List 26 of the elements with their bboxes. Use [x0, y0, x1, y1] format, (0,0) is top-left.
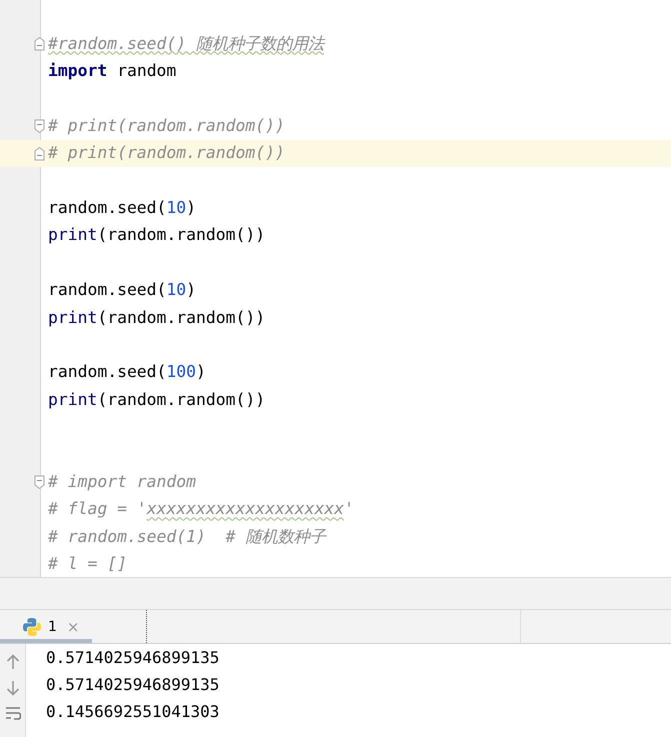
fold-icon[interactable] — [34, 119, 45, 134]
fold-icon[interactable] — [34, 37, 45, 51]
code-line: random.seed(10) — [48, 279, 196, 302]
fold-icon[interactable] — [34, 475, 45, 490]
soft-wrap-icon[interactable] — [4, 706, 20, 722]
code-line: # l = [] — [48, 553, 127, 576]
code-line: # print(random.random()) — [48, 142, 285, 164]
code-line: # import random — [48, 470, 196, 493]
up-arrow-icon[interactable] — [6, 654, 20, 670]
output-line: 0.1456692551041303 — [46, 701, 220, 723]
code-line: random.seed(10) — [48, 197, 196, 220]
code-line: print(random.random()) — [48, 388, 266, 411]
code-line: # flag = 'xxxxxxxxxxxxxxxxxxxx' — [48, 498, 354, 520]
code-line: import random — [48, 60, 176, 82]
code-line: # print(random.random()) — [48, 114, 285, 137]
code-line: # random.seed(1) # 随机数种子 — [48, 526, 326, 548]
python-icon — [22, 616, 42, 636]
output-line: 0.5714025946899135 — [46, 647, 220, 669]
code-line: random.seed(100) — [48, 361, 206, 384]
down-arrow-icon[interactable] — [6, 680, 20, 696]
run-tab[interactable]: 1 × — [0, 610, 92, 643]
code-line: print(random.random()) — [48, 224, 266, 246]
output-line: 0.5714025946899135 — [46, 674, 220, 696]
code-line: #random.seed() 随机种子数的用法 — [48, 32, 324, 55]
code-line: print(random.random()) — [48, 306, 266, 329]
fold-icon[interactable] — [34, 146, 45, 161]
